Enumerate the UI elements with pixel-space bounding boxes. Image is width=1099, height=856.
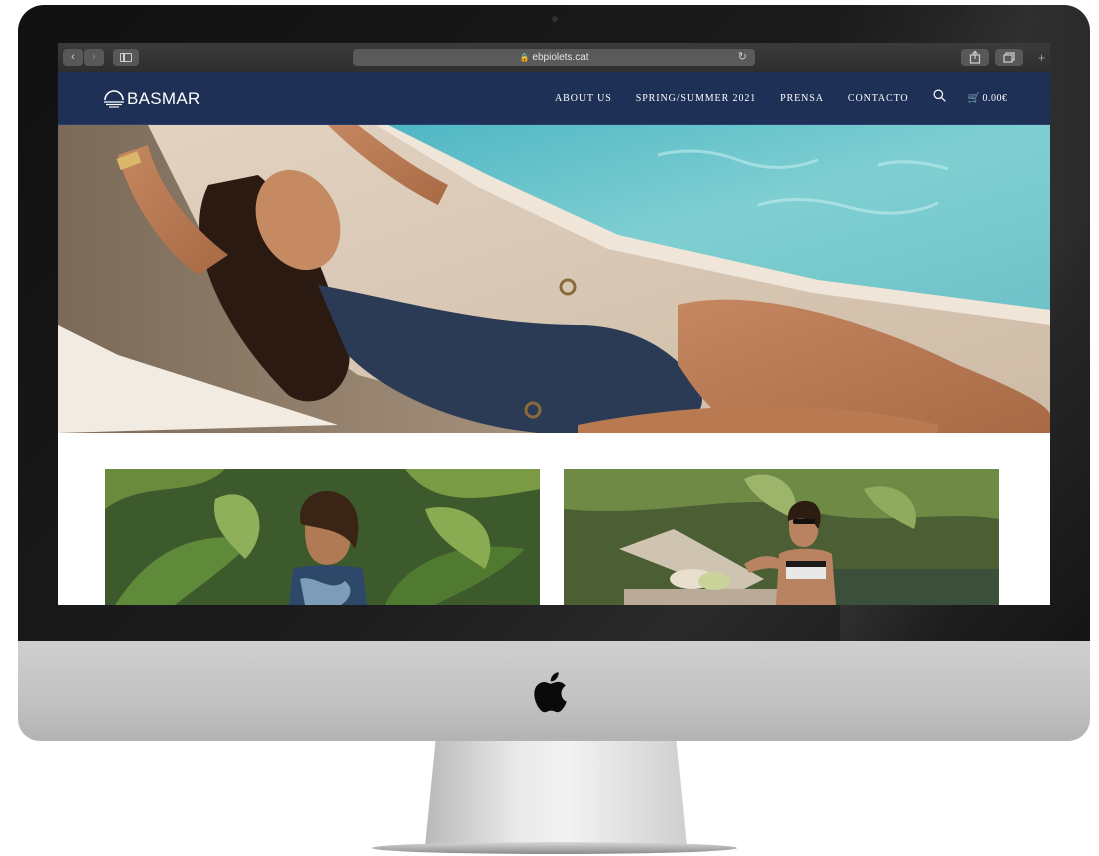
product-card-left-image xyxy=(105,469,540,605)
share-button[interactable] xyxy=(961,49,989,66)
sidebar-icon xyxy=(120,53,132,62)
address-bar[interactable]: 🔒 ebpiolets.cat ↻ xyxy=(353,49,755,66)
imac-chin xyxy=(18,641,1090,741)
chevron-right-icon: › xyxy=(92,51,96,63)
search-icon[interactable] xyxy=(933,89,946,102)
nav-about-us[interactable]: ABOUT US xyxy=(555,93,612,104)
lock-icon: 🔒 xyxy=(519,53,530,62)
tabs-icon xyxy=(1003,52,1015,63)
imac-stand-foot xyxy=(372,842,737,854)
cart-icon: 🛒 xyxy=(967,92,981,104)
hero-image xyxy=(58,125,1050,433)
apple-logo-icon xyxy=(534,672,567,713)
site-logo[interactable]: BASMAR xyxy=(103,88,201,110)
logo-text: BASMAR xyxy=(127,89,201,108)
sidebar-toggle-button[interactable] xyxy=(113,49,139,66)
camera xyxy=(552,16,558,22)
cart-total: 0.00€ xyxy=(982,92,1008,104)
nav-prensa[interactable]: PRENSA xyxy=(780,93,824,104)
nav-spring-summer-2021[interactable]: SPRING/SUMMER 2021 xyxy=(636,93,756,104)
product-card-left[interactable] xyxy=(105,469,540,605)
new-tab-button[interactable]: + xyxy=(1033,49,1050,66)
product-card-right-image xyxy=(564,469,999,605)
cart-link[interactable]: 🛒 0.00€ xyxy=(968,93,1008,104)
product-card-right[interactable] xyxy=(564,469,999,605)
screen: ‹ › 🔒 ebpiolets.cat ↻ + BASMAR ABOUT US … xyxy=(58,43,1050,605)
url-text: ebpiolets.cat xyxy=(532,52,589,63)
forward-button[interactable]: › xyxy=(84,49,104,66)
back-button[interactable]: ‹ xyxy=(63,49,83,66)
tabs-button[interactable] xyxy=(995,49,1023,66)
nav-contacto[interactable]: CONTACTO xyxy=(848,93,909,104)
imac-stand-neck xyxy=(425,741,687,846)
logo-mark-icon xyxy=(104,90,124,108)
share-icon xyxy=(969,50,981,64)
site-header: BASMAR ABOUT US SPRING/SUMMER 2021 PRENS… xyxy=(58,72,1050,125)
plus-icon: + xyxy=(1037,50,1046,65)
hero-illustration xyxy=(58,125,1050,433)
chevron-left-icon: ‹ xyxy=(71,51,75,63)
main-nav: ABOUT US SPRING/SUMMER 2021 PRENSA CONTA… xyxy=(555,72,1008,124)
reload-icon[interactable]: ↻ xyxy=(738,49,747,66)
browser-toolbar: ‹ › 🔒 ebpiolets.cat ↻ + xyxy=(58,43,1050,72)
